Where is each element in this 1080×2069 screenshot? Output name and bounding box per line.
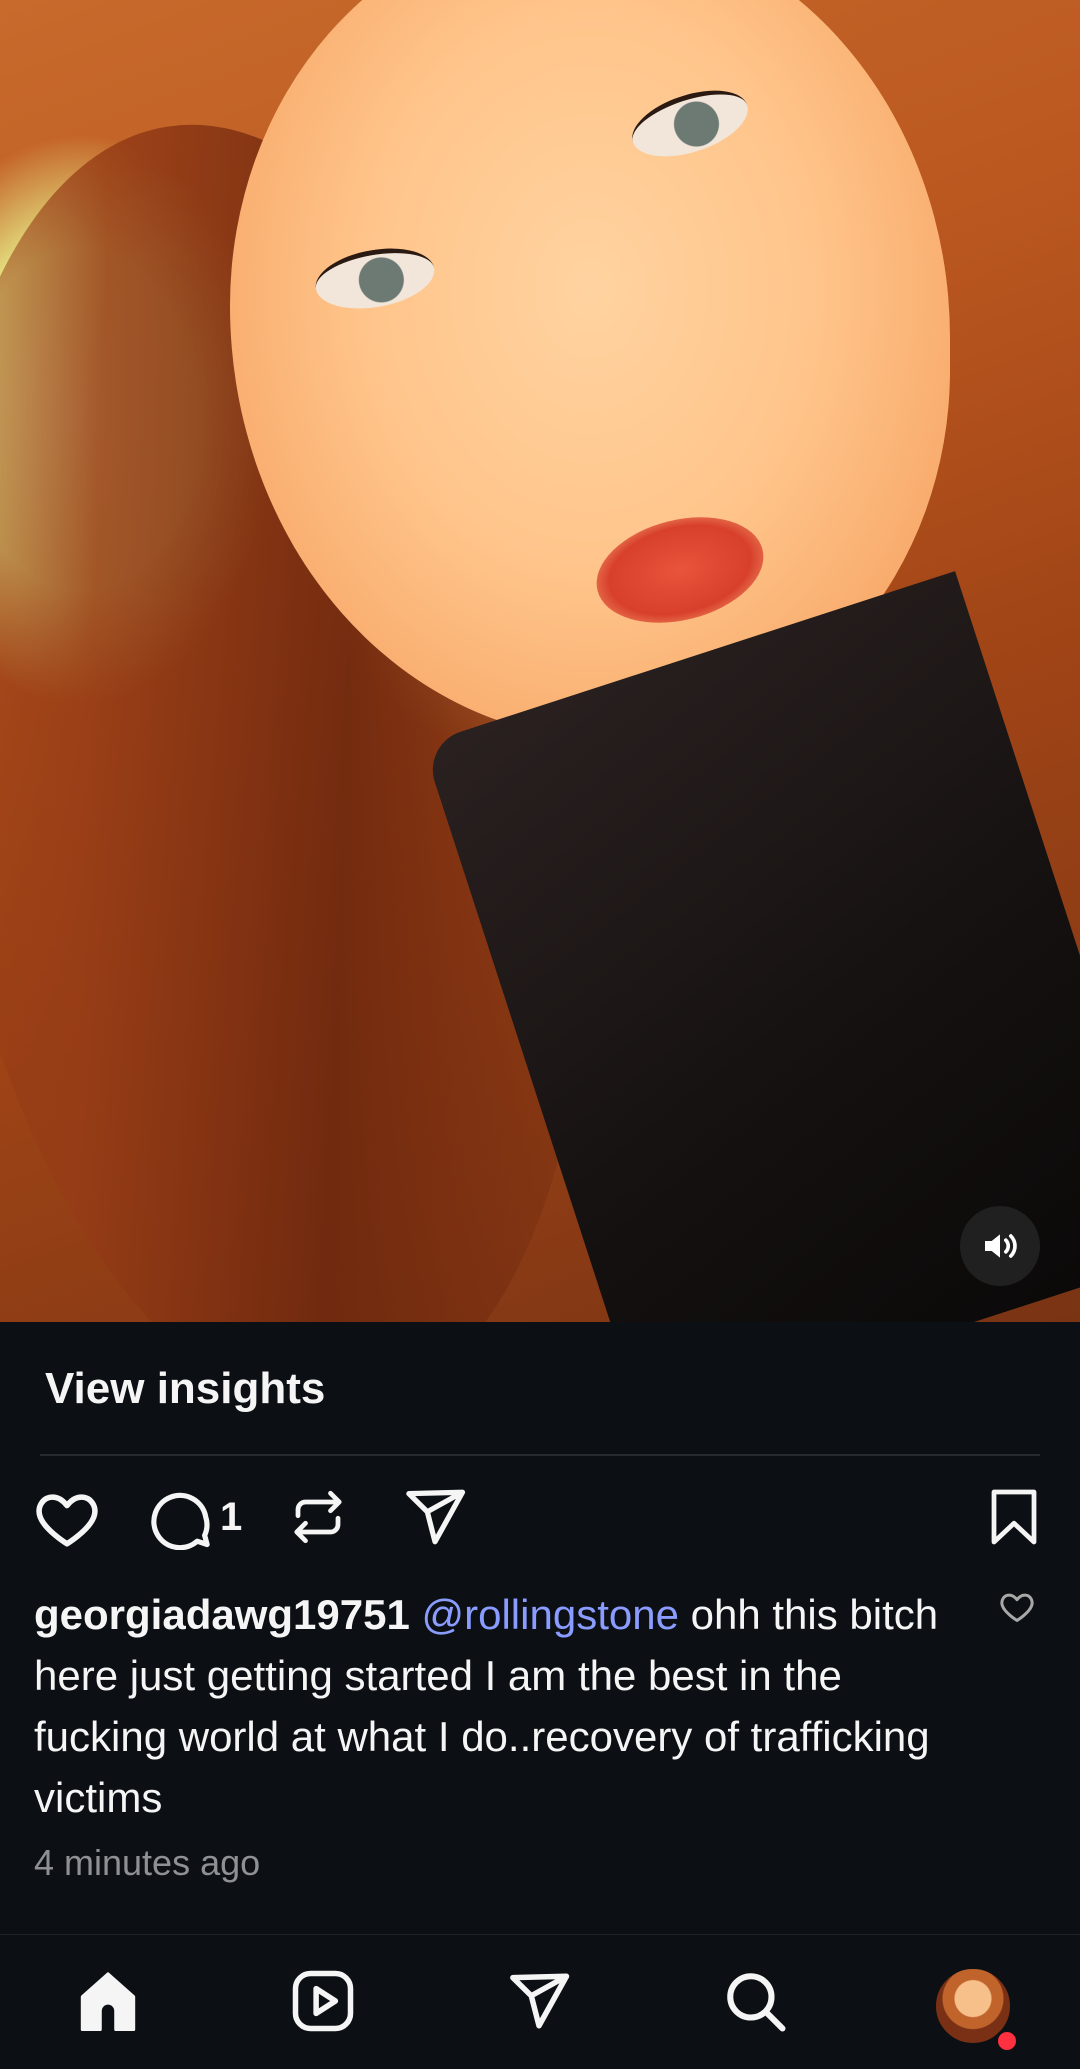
notification-dot <box>995 2029 1019 2053</box>
heart-icon <box>1000 1593 1034 1622</box>
insights-section: View insights <box>0 1322 1080 1456</box>
send-icon <box>406 1489 466 1545</box>
repost-button[interactable] <box>288 1484 348 1550</box>
reels-icon <box>292 1970 354 2032</box>
caption-username[interactable]: georgiadawg19751 <box>34 1591 410 1638</box>
mute-toggle-button[interactable] <box>960 1206 1040 1286</box>
comment-button[interactable]: 1 <box>148 1484 242 1550</box>
like-button[interactable] <box>32 1484 102 1554</box>
bottom-nav-bar <box>0 1934 1080 2069</box>
caption-mention[interactable]: @rollingstone <box>422 1591 679 1638</box>
nav-direct[interactable] <box>503 1965 575 2037</box>
home-icon <box>80 1972 136 2032</box>
caption-like-button[interactable] <box>998 1588 1036 1631</box>
bookmark-icon <box>991 1489 1037 1545</box>
post-timestamp: 4 minutes ago <box>34 1842 261 1883</box>
comment-icon <box>151 1492 210 1550</box>
nav-reels[interactable] <box>287 1965 359 2037</box>
send-icon <box>510 1973 570 2029</box>
post-caption: georgiadawg19751 @rollingstone ohh this … <box>34 1584 974 1828</box>
post-media[interactable] <box>0 0 1080 1322</box>
save-button[interactable] <box>984 1484 1044 1550</box>
nav-search[interactable] <box>719 1965 791 2037</box>
comment-count: 1 <box>220 1494 243 1539</box>
repost-icon <box>294 1490 342 1544</box>
post-action-bar: 1 <box>0 1456 1080 1586</box>
search-icon <box>727 1973 786 2032</box>
share-button[interactable] <box>402 1484 468 1550</box>
view-insights-link[interactable]: View insights <box>45 1364 325 1414</box>
heart-icon <box>36 1494 98 1547</box>
speaker-icon <box>985 1234 1017 1258</box>
nav-home[interactable] <box>72 1965 144 2037</box>
